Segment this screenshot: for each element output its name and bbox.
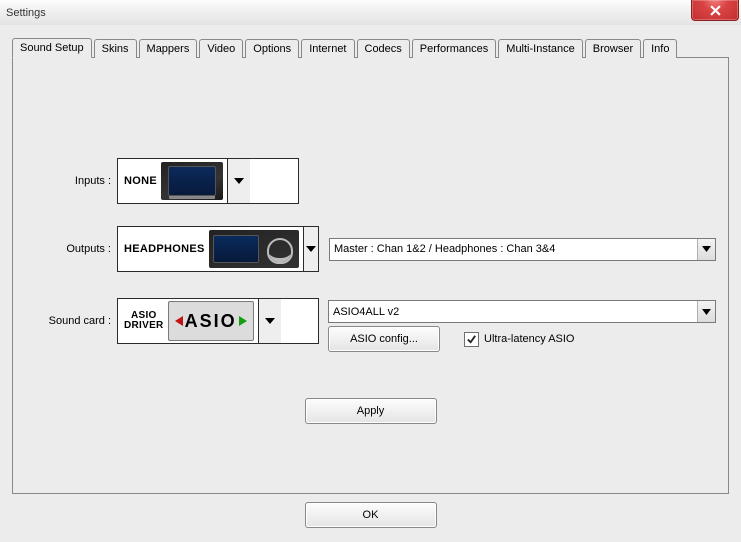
tab-label: Options <box>253 43 291 55</box>
row-inputs: Inputs : NONE <box>13 158 716 204</box>
apply-button[interactable]: Apply <box>305 398 437 424</box>
tab-label: Video <box>207 43 235 55</box>
soundcard-select[interactable]: ASIO DRIVER ASIO <box>117 298 319 344</box>
soundcard-extra-row: ASIO config... Ultra-latency ASIO <box>328 326 716 352</box>
title-bar: Settings <box>0 0 741 26</box>
chevron-down-icon <box>697 239 715 260</box>
apply-row: Apply <box>13 398 728 424</box>
outputs-channels-text: Master : Chan 1&2 / Headphones : Chan 3&… <box>330 243 697 255</box>
tab-sound-setup[interactable]: Sound Setup <box>12 38 92 58</box>
row-outputs: Outputs : HEADPHONES Master : Chan 1&2 /… <box>13 226 716 272</box>
close-button[interactable] <box>691 0 739 21</box>
tab-multi-instance[interactable]: Multi-Instance <box>498 39 582 58</box>
ultra-latency-label: Ultra-latency ASIO <box>484 333 574 345</box>
ultra-latency-checkbox[interactable]: Ultra-latency ASIO <box>464 332 574 347</box>
tab-label: Codecs <box>365 43 402 55</box>
apply-button-label: Apply <box>357 405 385 417</box>
soundcard-driver-select[interactable]: ASIO4ALL v2 <box>328 300 716 323</box>
ok-button[interactable]: OK <box>305 502 437 528</box>
outputs-select[interactable]: HEADPHONES <box>117 226 319 272</box>
tab-label: Performances <box>420 43 488 55</box>
chevron-down-icon <box>258 299 281 343</box>
tab-label: Browser <box>593 43 633 55</box>
tab-options[interactable]: Options <box>245 39 299 58</box>
tab-skins[interactable]: Skins <box>94 39 137 58</box>
inputs-select[interactable]: NONE <box>117 158 299 204</box>
tab-strip: Sound Setup Skins Mappers Video Options … <box>12 35 677 57</box>
chevron-down-icon <box>227 159 250 203</box>
outputs-channels-select[interactable]: Master : Chan 1&2 / Headphones : Chan 3&… <box>329 238 716 261</box>
tab-video[interactable]: Video <box>199 39 243 58</box>
check-icon <box>466 334 477 345</box>
ok-button-label: OK <box>363 509 379 521</box>
close-icon <box>710 5 721 16</box>
tab-page-sound-setup: Inputs : NONE Outputs : HEADPHONES <box>12 57 729 494</box>
soundcard-driver-text: ASIO4ALL v2 <box>329 306 697 318</box>
tab-browser[interactable]: Browser <box>585 39 641 58</box>
soundcard-selection-text: ASIO DRIVER <box>124 311 164 332</box>
tab-info[interactable]: Info <box>643 39 677 58</box>
outputs-selection-text: HEADPHONES <box>124 243 205 255</box>
outputs-label: Outputs : <box>13 243 117 255</box>
chevron-down-icon <box>697 301 715 322</box>
tab-label: Multi-Instance <box>506 43 574 55</box>
headphones-icon <box>209 230 299 268</box>
inputs-icon <box>161 162 223 200</box>
tab-codecs[interactable]: Codecs <box>357 39 410 58</box>
chevron-down-icon <box>303 227 318 271</box>
checkbox-box <box>464 332 479 347</box>
inputs-selection-text: NONE <box>124 175 157 187</box>
asio-logo-icon: ASIO <box>168 301 254 341</box>
tab-label: Skins <box>102 43 129 55</box>
tab-performances[interactable]: Performances <box>412 39 496 58</box>
client-area: Sound Setup Skins Mappers Video Options … <box>0 25 741 542</box>
ok-row: OK <box>0 502 741 528</box>
asio-config-button[interactable]: ASIO config... <box>328 326 440 352</box>
tab-label: Info <box>651 43 669 55</box>
tab-internet[interactable]: Internet <box>301 39 354 58</box>
window-title: Settings <box>6 7 46 19</box>
tab-label: Internet <box>309 43 346 55</box>
asio-config-button-label: ASIO config... <box>350 333 418 345</box>
soundcard-label: Sound card : <box>13 315 117 327</box>
inputs-label: Inputs : <box>13 175 117 187</box>
tab-label: Mappers <box>147 43 190 55</box>
tab-label: Sound Setup <box>20 42 84 54</box>
tab-mappers[interactable]: Mappers <box>139 39 198 58</box>
